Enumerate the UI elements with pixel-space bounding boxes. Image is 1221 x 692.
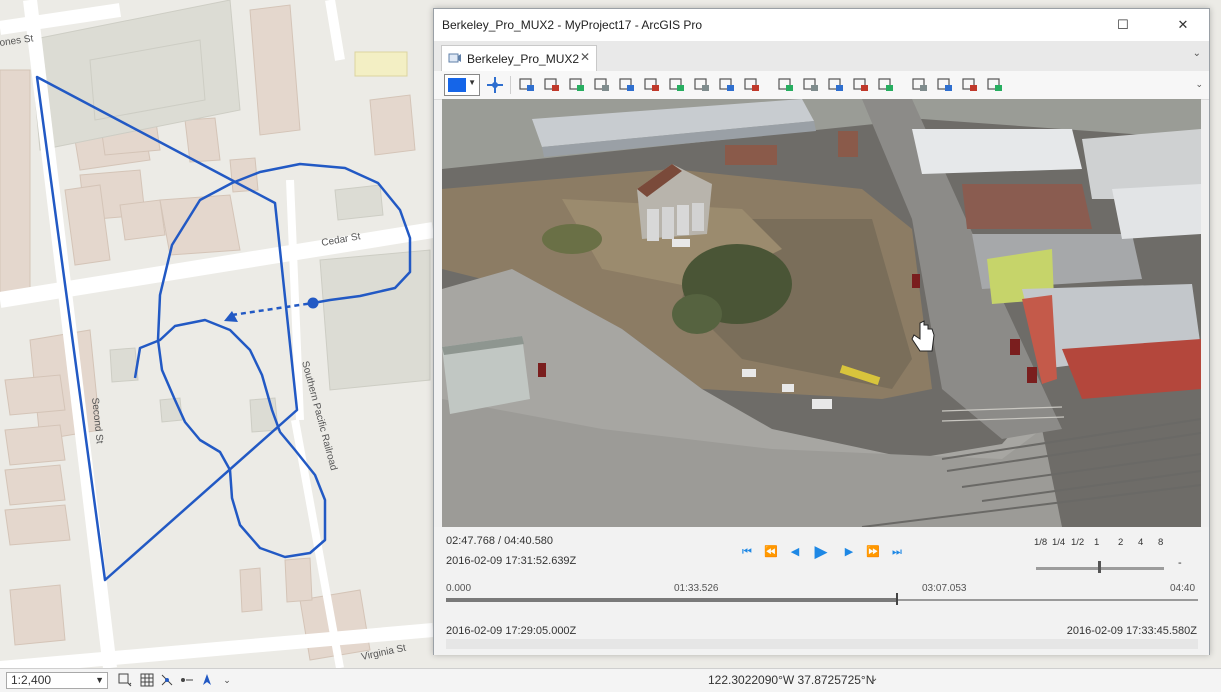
step-forward-button[interactable]: ▶ <box>840 543 858 561</box>
north-arrow-icon[interactable] <box>200 673 214 687</box>
rate-option[interactable]: 1/4 <box>1052 537 1065 548</box>
add-frame-icon[interactable] <box>568 76 586 94</box>
color-picker[interactable]: ▼ <box>444 74 480 96</box>
pause-drawing-icon[interactable] <box>180 673 194 687</box>
play-button[interactable]: ▶ <box>812 543 830 561</box>
measure-icon[interactable] <box>593 76 611 94</box>
chevron-down-icon[interactable]: ⌄ <box>870 673 878 684</box>
color-swatch <box>448 78 466 92</box>
highlighted-building <box>354 51 408 77</box>
scale-value: 1:2,400 <box>11 673 52 687</box>
horizontal-scrollbar[interactable] <box>446 639 1198 649</box>
fast-forward-button[interactable]: ⏩ <box>864 543 882 561</box>
rewind-button[interactable]: ⏪ <box>762 543 780 561</box>
playback-rate-thumb[interactable] <box>1098 561 1101 573</box>
frame-center-icon[interactable] <box>668 76 686 94</box>
rate-decrease-button[interactable]: - <box>1178 557 1182 569</box>
skip-to-start-button[interactable]: ⏮ <box>738 543 756 561</box>
sensor-icon[interactable] <box>618 76 636 94</box>
end-datetime: 2016-02-09 17:33:45.580Z <box>1066 625 1197 637</box>
rate-option[interactable]: 8 <box>1158 537 1163 548</box>
maximize-button[interactable]: ☐ <box>1108 13 1138 37</box>
rate-option[interactable]: 2 <box>1118 537 1123 548</box>
chevron-down-icon[interactable]: ⌄ <box>220 673 234 687</box>
tab-strip: Berkeley_Pro_MUX2 ✕ ⌄ <box>434 41 1209 72</box>
current-datetime: 2016-02-09 17:31:52.639Z <box>446 555 577 567</box>
export-frames-icon[interactable] <box>743 76 761 94</box>
chevron-down-icon[interactable]: ⌄ <box>1193 48 1201 59</box>
start-datetime: 2016-02-09 17:29:05.000Z <box>446 625 577 637</box>
player-controls: 02:47.768 / 04:40.580 2016-02-09 17:31:5… <box>434 527 1209 655</box>
rate-option[interactable]: 1 <box>1094 537 1099 548</box>
timeline-thumb[interactable] <box>896 593 898 605</box>
video-icon <box>448 51 462 65</box>
window-title: Berkeley_Pro_MUX2 - MyProject17 - ArcGIS… <box>442 18 703 32</box>
timeline-tick-end: 04:40 <box>1170 583 1196 594</box>
frame-center-icon[interactable] <box>307 297 319 309</box>
close-button[interactable]: ✕ <box>1168 13 1198 37</box>
skip-to-end-button[interactable]: ⏭ <box>888 543 906 561</box>
fixed-zoom-icon[interactable] <box>118 673 132 687</box>
marker-icon[interactable] <box>543 76 561 94</box>
layer-icon[interactable] <box>936 76 954 94</box>
grid-icon[interactable] <box>140 673 154 687</box>
bookmark-icon[interactable] <box>802 76 820 94</box>
snapping-icon[interactable] <box>160 673 174 687</box>
overlay-icon[interactable] <box>877 76 895 94</box>
footprint-icon[interactable] <box>643 76 661 94</box>
timeline-progress <box>446 598 896 602</box>
rate-option[interactable]: 1/2 <box>1071 537 1084 548</box>
scale-select[interactable]: 1:2,400 ▼ <box>6 672 108 689</box>
timeline-tick-2: 03:07.053 <box>922 583 967 594</box>
chart-icon[interactable] <box>911 76 929 94</box>
tab-label: Berkeley_Pro_MUX2 <box>467 52 580 66</box>
zoom-to-video-icon[interactable] <box>518 76 536 94</box>
position-readout: 02:47.768 / 04:40.580 <box>446 535 554 547</box>
video-toolbar: ▼ ⌄ <box>434 71 1209 100</box>
record-icon[interactable] <box>961 76 979 94</box>
chevron-down-icon: ▼ <box>468 78 476 87</box>
video-player-window: Berkeley_Pro_MUX2 - MyProject17 - ArcGIS… <box>433 8 1210 655</box>
title-bar[interactable]: Berkeley_Pro_MUX2 - MyProject17 - ArcGIS… <box>434 9 1209 41</box>
bookmark-edit-icon[interactable] <box>827 76 845 94</box>
tab-video[interactable]: Berkeley_Pro_MUX2 ✕ <box>441 45 597 71</box>
snapshot-icon[interactable] <box>777 76 795 94</box>
video-frame[interactable] <box>442 99 1201 527</box>
video-metadata-icon[interactable] <box>852 76 870 94</box>
rate-option[interactable]: 1/8 <box>1034 537 1047 548</box>
timeline-tick-start: 0.000 <box>446 583 472 594</box>
export-icon[interactable] <box>986 76 1004 94</box>
rate-option[interactable]: 4 <box>1138 537 1143 548</box>
chevron-down-icon[interactable]: ⌄ <box>1195 79 1203 90</box>
pan-icon[interactable] <box>486 76 504 94</box>
status-bar: 1:2,400 ▼ ⌄ 122.3022090°W 37.8725725°N ⌄ <box>0 668 1221 692</box>
close-icon[interactable]: ✕ <box>580 50 590 64</box>
camera-icon[interactable] <box>718 76 736 94</box>
chevron-down-icon: ▼ <box>95 675 104 685</box>
timeline-tick-1: 01:33.526 <box>674 583 719 594</box>
toolbar-separator <box>510 76 511 94</box>
coordinate-readout: 122.3022090°W 37.8725725°N <box>708 673 875 687</box>
step-back-button[interactable]: ◀ <box>786 543 804 561</box>
north-icon[interactable] <box>693 76 711 94</box>
